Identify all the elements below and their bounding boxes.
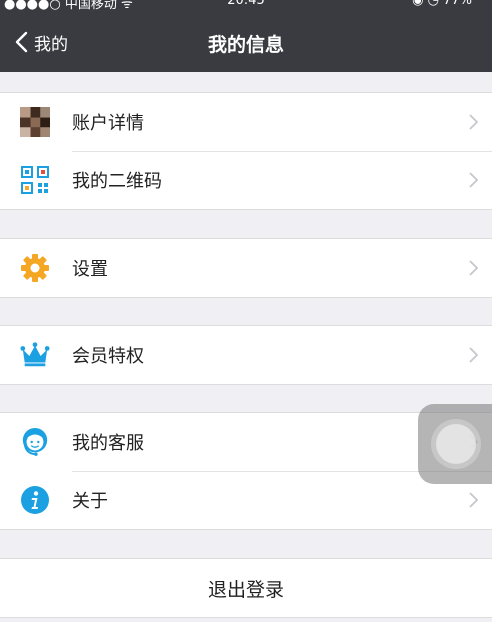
page-title: 我的信息 xyxy=(207,34,284,56)
list-item-label: 设置 xyxy=(72,259,108,280)
crown-icon xyxy=(20,340,50,370)
chevron-right-icon xyxy=(469,114,478,130)
list-item-label: 我的二维码 xyxy=(72,171,162,192)
list-item-account-details[interactable]: 账户详情 xyxy=(0,93,492,151)
chevron-right-icon xyxy=(469,347,478,363)
logout-button[interactable]: 退出登录 xyxy=(0,558,492,618)
customer-service-icon xyxy=(20,427,50,457)
list-item-label: 我的客服 xyxy=(72,433,144,454)
list-item-label: 关于 xyxy=(72,491,108,512)
chevron-right-icon xyxy=(469,260,478,276)
membership-group: 会员特权 xyxy=(0,325,492,385)
chevron-right-icon xyxy=(469,492,478,508)
assistive-touch-button[interactable] xyxy=(418,404,492,484)
chevron-right-icon xyxy=(469,172,478,188)
status-bar: ●●●●○ 中国移动 ᯤ 20:45 ◉ ◔ 77% xyxy=(0,0,492,12)
assistive-touch-icon xyxy=(436,424,476,464)
list-item-label: 账户详情 xyxy=(72,113,144,134)
list-item-settings[interactable]: 设置 xyxy=(0,239,492,297)
account-group: 账户详情 我的二维码 xyxy=(0,92,492,210)
navigation-bar: 我的 我的信息 xyxy=(0,12,492,72)
info-icon xyxy=(20,485,50,515)
qr-code-icon xyxy=(20,165,50,195)
list-item-about[interactable]: 关于 xyxy=(0,471,492,529)
battery-status: ◉ ◔ 77% xyxy=(412,0,472,8)
gear-icon xyxy=(20,253,50,283)
avatar xyxy=(20,107,50,137)
list-item-qr-code[interactable]: 我的二维码 xyxy=(0,151,492,209)
list-item-membership[interactable]: 会员特权 xyxy=(0,326,492,384)
settings-group: 设置 xyxy=(0,238,492,298)
list-item-label: 会员特权 xyxy=(72,346,144,367)
